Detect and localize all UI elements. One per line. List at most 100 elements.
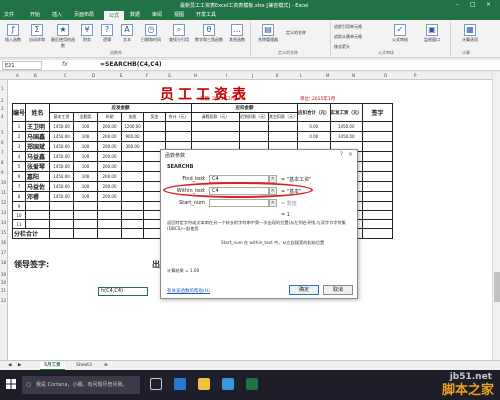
cell[interactable]: 马益佐 (25, 181, 51, 192)
cell[interactable] (362, 151, 394, 162)
cell[interactable] (121, 161, 145, 172)
vertical-scrollbar[interactable] (492, 72, 500, 360)
cell[interactable] (362, 141, 394, 152)
cell[interactable]: 100 (73, 141, 99, 152)
row-header[interactable]: 4 (1, 114, 4, 119)
row-header[interactable]: 12 (1, 200, 6, 205)
active-cell[interactable]: h(C4,C4) (98, 287, 148, 296)
column-header[interactable]: E (120, 73, 123, 78)
insert-function-button[interactable]: ƒ 插入函数 (2, 24, 24, 43)
cell[interactable]: 200.00 (97, 121, 123, 132)
row-header[interactable]: 3 (1, 106, 4, 111)
cell[interactable] (191, 121, 241, 132)
more-functions-button[interactable]: … 其他函数 (226, 24, 248, 43)
cell[interactable] (73, 201, 99, 211)
tab-insert[interactable]: 插入 (52, 11, 62, 18)
watch-window-button[interactable]: ▣ 监视窗口 (418, 24, 446, 43)
cell[interactable]: 1450.00 (49, 161, 75, 172)
cell[interactable] (73, 219, 99, 229)
cell[interactable]: 1450.00 (329, 121, 364, 132)
cell[interactable] (143, 121, 167, 132)
row-header[interactable]: 11 (1, 190, 6, 195)
tab-page-layout[interactable]: 页面布局 (74, 11, 94, 18)
close-icon[interactable]: × (486, 1, 491, 8)
cell[interactable] (362, 181, 394, 192)
cell[interactable] (121, 171, 145, 182)
defined-names-button[interactable]: 定义的名称 (286, 30, 326, 36)
sheet-tab[interactable]: Sheet3 (72, 362, 96, 370)
cell[interactable]: 200.00 (97, 131, 123, 142)
tab-developer[interactable]: 开发工具 (196, 11, 216, 18)
cortana-search-box[interactable]: ○ 我是 Cortana，小娜。有问题尽管问我。 (22, 376, 140, 394)
row-header[interactable]: 1 (1, 86, 4, 91)
cell[interactable]: 100 (73, 171, 99, 182)
cell[interactable]: 1200.00 (121, 121, 145, 132)
row-header[interactable]: 10 (1, 180, 6, 185)
row-header[interactable]: 13 (1, 210, 6, 215)
row-header[interactable]: 20 (1, 280, 6, 285)
close-icon[interactable]: × (348, 151, 353, 158)
cell[interactable] (165, 131, 193, 142)
row-header[interactable]: 8 (1, 160, 4, 165)
cell[interactable] (97, 228, 123, 239)
cell[interactable]: 7 (11, 181, 27, 192)
cell[interactable]: 8 (11, 191, 27, 202)
cell[interactable]: 0.00 (297, 131, 331, 142)
cell[interactable]: 100 (73, 161, 99, 172)
row-header[interactable]: 15 (1, 230, 6, 235)
cell[interactable] (97, 219, 123, 229)
cell[interactable] (362, 121, 394, 132)
cell[interactable]: 200.00 (97, 161, 123, 172)
cell[interactable]: 100 (73, 181, 99, 192)
cell[interactable]: 郑国斌 (25, 141, 51, 152)
store-icon[interactable] (222, 378, 234, 390)
row-header[interactable]: 17 (1, 250, 6, 255)
cell[interactable]: 1450.00 (49, 141, 75, 152)
maximize-icon[interactable]: □ (470, 1, 476, 8)
help-link[interactable]: 有关该函数的帮助(H) (167, 288, 210, 294)
cell[interactable]: 1450.00 (49, 191, 75, 202)
cell[interactable] (73, 228, 99, 239)
excel-taskbar-icon[interactable] (246, 378, 258, 390)
column-header[interactable]: M (326, 73, 329, 78)
scrollbar-thumb[interactable] (494, 272, 500, 302)
tab-review[interactable]: 审阅 (152, 11, 162, 18)
cell[interactable]: 100 (73, 121, 99, 132)
calc-options-button[interactable]: ▦ 计算选项 (456, 24, 484, 43)
cell[interactable]: 王卫明 (25, 121, 51, 132)
cell[interactable] (121, 228, 145, 239)
column-header[interactable]: A (16, 73, 19, 78)
autosum-button[interactable]: Σ 自动求和 (26, 24, 48, 43)
cell[interactable]: 1450.00 (49, 131, 75, 142)
column-header[interactable]: N (352, 73, 355, 78)
cell[interactable] (49, 228, 75, 239)
cell[interactable]: 200.00 (97, 141, 123, 152)
cell[interactable]: 200.00 (97, 181, 123, 192)
tab-view[interactable]: 视图 (174, 11, 184, 18)
cell[interactable] (121, 151, 145, 162)
cell[interactable]: 1450.00 (329, 131, 364, 142)
cell[interactable] (362, 210, 394, 220)
column-header[interactable]: G (168, 73, 171, 78)
cell[interactable]: 10 (11, 210, 27, 220)
cell[interactable] (97, 210, 123, 220)
row-header[interactable]: 5 (1, 130, 4, 135)
minimize-icon[interactable]: – (456, 1, 459, 8)
scroll-right-icon[interactable]: ▶ (14, 362, 25, 370)
cell[interactable] (268, 121, 299, 132)
task-view-icon[interactable] (150, 378, 162, 390)
cell[interactable]: 邓睿 (25, 191, 51, 202)
cell[interactable]: 200.00 (97, 171, 123, 182)
cell[interactable]: 马国鑫 (25, 131, 51, 142)
cell[interactable]: 1450.00 (49, 121, 75, 132)
windows-icon[interactable] (6, 379, 16, 389)
column-header[interactable]: B (34, 73, 37, 78)
cell[interactable] (165, 121, 193, 132)
row-header[interactable]: 14 (1, 220, 6, 225)
cell[interactable]: 4 (11, 151, 27, 162)
cell[interactable]: 900.00 (121, 131, 145, 142)
row-header[interactable]: 18 (1, 260, 6, 265)
cell[interactable]: 200.00 (97, 191, 123, 202)
cell[interactable] (25, 210, 51, 220)
tab-home[interactable]: 开始 (30, 11, 40, 18)
